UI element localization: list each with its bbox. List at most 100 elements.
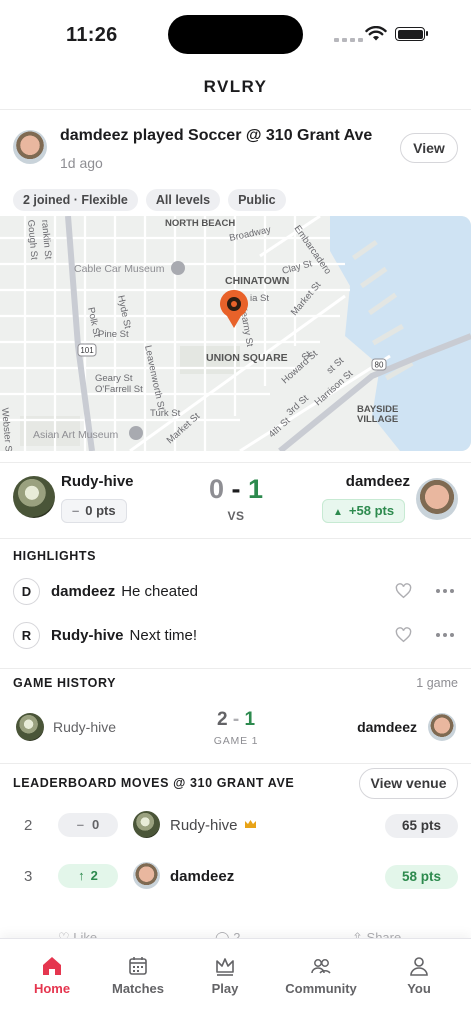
tab-matches-label: Matches (111, 981, 165, 996)
player2-score: 1 (248, 474, 264, 504)
map-label-pine-st: Pine St (98, 329, 129, 340)
leaderboard-points: 65 pts (385, 814, 458, 838)
tag-level: All levels (145, 189, 221, 211)
tab-home[interactable]: Home (7, 955, 97, 996)
tab-you[interactable]: You (374, 955, 464, 996)
player1-score: 0 (208, 474, 224, 504)
flat-icon: – (72, 503, 80, 518)
tab-play[interactable]: Play (180, 955, 270, 996)
history-score: 2 - 1 (205, 709, 267, 731)
tab-play-label: Play (211, 981, 239, 996)
map-label-north-beach: NORTH BEACH (165, 218, 235, 229)
tab-home-label: Home (33, 981, 71, 996)
highlight-text: He cheated (121, 583, 198, 600)
flat-icon: – (76, 817, 84, 832)
highlight-initial: D (13, 578, 40, 605)
player1-points-badge: –0 pts (61, 499, 127, 523)
tab-you-label: You (407, 981, 431, 996)
map-label-101: 101 (80, 346, 94, 355)
leaderboard-name: damdeez (170, 868, 235, 885)
person-icon (410, 957, 428, 976)
home-icon (43, 957, 61, 975)
player2-points: +58 pts (348, 503, 395, 518)
highlight-user[interactable]: Rudy-hive (51, 627, 124, 644)
status-time: 11:26 (66, 24, 118, 46)
map-label-turk-st: Turk St (150, 408, 181, 419)
history-score-left: 2 (216, 709, 228, 730)
rank-change-badge: –0 (58, 813, 118, 837)
signal-icon (334, 38, 363, 42)
player1-avatar[interactable] (13, 476, 55, 518)
rank-change: 2 (90, 868, 98, 883)
leaderboard-name: Rudy-hive (170, 817, 257, 834)
tab-community-label: Community (285, 981, 357, 996)
arrow-up-icon: ↑ (78, 868, 85, 883)
match-score: 0 - 1 (205, 474, 267, 505)
map-label-ia-st: ia St (250, 293, 269, 304)
battery-icon (395, 27, 428, 41)
map-label-cable-car-museum: Cable Car Museum (74, 263, 165, 275)
player1-points: 0 pts (85, 503, 116, 518)
app-title: RVLRY (0, 64, 471, 110)
map-label-union-square: UNION SQUARE (206, 352, 288, 364)
crown-icon (216, 958, 234, 976)
crown-icon (244, 820, 256, 828)
post-author-avatar[interactable] (13, 130, 47, 164)
history-player2-avatar (428, 713, 456, 741)
more-icon[interactable] (436, 633, 454, 637)
map-label-geary-st: Geary St (95, 373, 133, 384)
location-map[interactable]: 101 80 NORTH BEACH UNION SQUARE CHINATOW… (0, 216, 471, 451)
player2-points-badge: ▲ +58 pts (322, 499, 406, 523)
history-player1-name: Rudy-hive (53, 719, 117, 735)
player2-avatar[interactable] (416, 478, 458, 520)
heart-icon[interactable] (395, 627, 412, 643)
post-time: 1d ago (60, 155, 103, 171)
map-label-chinatown: CHINATOWN (225, 275, 289, 287)
leaderboard-rank: 2 (24, 817, 33, 834)
map-label-village: VILLAGE (357, 414, 398, 425)
view-button[interactable]: View (400, 133, 458, 163)
leaderboard-heading: LEADERBOARD MOVES @ 310 GRANT AVE (13, 776, 295, 790)
history-player2-name: damdeez (357, 719, 417, 735)
highlights-heading: HIGHLIGHTS (13, 549, 97, 563)
player2-name[interactable]: damdeez (346, 473, 410, 490)
highlight-item: R Rudy-hive Next time! (13, 620, 458, 650)
more-icon[interactable] (436, 589, 454, 593)
view-venue-button[interactable]: View venue (359, 768, 458, 799)
post-tags: 2 joined · Flexible All levels Public (13, 189, 286, 211)
map-label-80: 80 (375, 361, 384, 370)
leaderboard-points: 58 pts (385, 865, 458, 889)
tab-matches[interactable]: Matches (93, 955, 183, 996)
tag-visibility: Public (228, 189, 286, 211)
post-title: damdeez played Soccer @ 310 Grant Ave (60, 127, 373, 144)
calendar-icon (129, 957, 147, 975)
game-count: 1 game (416, 676, 458, 690)
divider (0, 763, 471, 764)
people-icon (311, 959, 331, 974)
player1-name[interactable]: Rudy-hive (61, 473, 134, 490)
tab-bar: Home Matches Play Community You (0, 938, 471, 1024)
map-label-asian-art-museum: Asian Art Museum (33, 429, 118, 441)
status-bar: 11:26 (0, 0, 471, 64)
game-history-heading: GAME HISTORY (13, 676, 117, 690)
highlight-user[interactable]: damdeez (51, 583, 115, 600)
vs-label: VS (227, 509, 245, 523)
arrow-up-icon: ▲ (333, 507, 343, 518)
history-game-label: GAME 1 (213, 735, 259, 747)
history-player1-avatar (16, 713, 44, 741)
leaderboard-name-text: Rudy-hive (170, 817, 238, 834)
history-score-right: 1 (244, 709, 256, 730)
highlight-text: Next time! (129, 627, 198, 644)
leaderboard-avatar (133, 862, 160, 889)
history-score-dash: - (232, 709, 240, 730)
score-dash: - (231, 474, 241, 504)
dynamic-island (168, 15, 303, 54)
highlight-initial: R (13, 622, 40, 649)
map-label-ofarrell-st: O'Farrell St (95, 384, 143, 395)
leaderboard-rank: 3 (24, 868, 33, 885)
rank-change-badge: ↑ 2 (58, 864, 118, 888)
heart-icon[interactable] (395, 583, 412, 599)
tab-community[interactable]: Community (276, 955, 366, 996)
tag-joined: 2 joined · Flexible (13, 189, 138, 211)
leaderboard-avatar (133, 811, 160, 838)
